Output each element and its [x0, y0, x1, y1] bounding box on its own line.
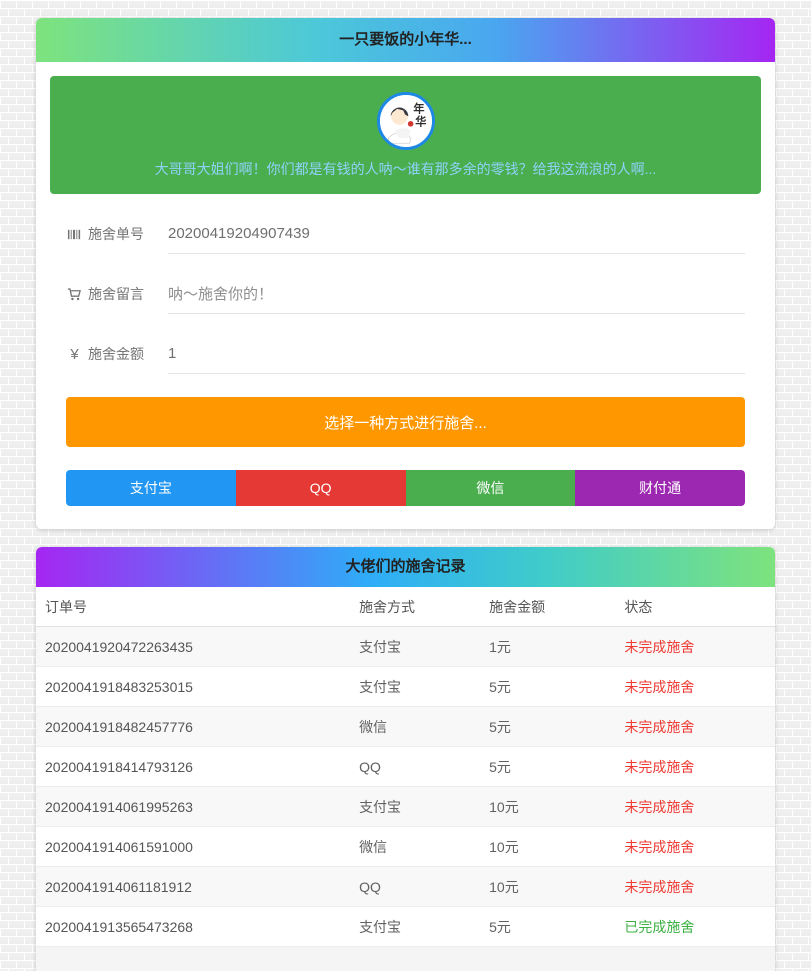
pay-button-alipay[interactable]: 支付宝: [66, 470, 236, 506]
table-row: 2020041913565473268 支付宝 5元 已完成施舍: [36, 907, 775, 947]
order-no-input[interactable]: [168, 214, 745, 254]
records-card-title: 大佬们的施舍记录: [36, 547, 775, 587]
method-cell: 支付宝: [350, 797, 480, 817]
method-cell: 微信: [350, 837, 480, 857]
col-header-status: 状态: [615, 597, 775, 617]
avatar-illustration: 年 华: [380, 95, 432, 147]
method-cell: QQ: [350, 879, 480, 895]
method-cell: 支付宝: [350, 917, 480, 937]
order-cell: 2020041920472263435: [36, 639, 350, 655]
avatar: 年 华: [377, 92, 435, 150]
order-no-label-text: 施舍单号: [88, 224, 144, 244]
table-row: 2020041918414793126 QQ 5元 未完成施舍: [36, 747, 775, 787]
amount-cell: 5元: [480, 757, 615, 777]
amount-input[interactable]: [168, 334, 745, 374]
status-text: 未完成施舍: [615, 677, 775, 697]
order-cell: 2020041918414793126: [36, 759, 350, 775]
amount-row: ¥ 施舍金额: [66, 334, 745, 374]
amount-cell: 10元: [480, 837, 615, 857]
status-text: 已完成施舍: [615, 917, 775, 937]
svg-text:华: 华: [415, 115, 426, 129]
notice-panel: 年 华 大哥哥大姐们啊！你们都是有钱的人呐～谁有那多余的零钱？给我这流浪的人啊.…: [50, 76, 761, 194]
method-cell: 支付宝: [350, 637, 480, 657]
amount-cell: 5元: [480, 917, 615, 937]
method-cell: QQ: [350, 759, 480, 775]
table-row: 2020041914061591000 微信 10元 未完成施舍: [36, 827, 775, 867]
table-row: 2020041918483253015 支付宝 5元 未完成施舍: [36, 667, 775, 707]
message-label: 施舍留言: [66, 284, 168, 304]
amount-cell: 10元: [480, 797, 615, 817]
svg-text:年: 年: [413, 102, 424, 116]
pay-button-wechat[interactable]: 微信: [406, 470, 576, 506]
page-container: 一只要饭的小年华... 年 华 大哥哥大姐们啊！你们都是有钱的人呐～谁有那: [36, 0, 775, 971]
order-cell: 2020041918483253015: [36, 679, 350, 695]
records-table-header: 订单号 施舍方式 施舍金额 状态: [36, 587, 775, 627]
notice-message: 大哥哥大姐们啊！你们都是有钱的人呐～谁有那多余的零钱？给我这流浪的人啊...: [70, 159, 741, 179]
amount-cell: 5元: [480, 677, 615, 697]
order-cell: 2020041914061995263: [36, 799, 350, 815]
col-header-order: 订单号: [36, 597, 350, 617]
status-text: 未完成施舍: [615, 717, 775, 737]
records-card: 大佬们的施舍记录 订单号 施舍方式 施舍金额 状态 20200419204722…: [36, 547, 775, 971]
order-cell: 2020041913565473268: [36, 919, 350, 935]
amount-cell: 5元: [480, 717, 615, 737]
order-no-label: 施舍单号: [66, 224, 168, 244]
table-row: 2020041920472263435 支付宝 1元 未完成施舍: [36, 627, 775, 667]
message-input[interactable]: [168, 274, 745, 314]
records-table: 订单号 施舍方式 施舍金额 状态 2020041920472263435 支付宝…: [36, 587, 775, 971]
pay-button-qq[interactable]: QQ: [236, 470, 406, 506]
amount-label-text: 施舍金额: [88, 344, 144, 364]
col-header-method: 施舍方式: [350, 597, 480, 617]
message-row: 施舍留言: [66, 274, 745, 314]
records-partial-row: [36, 947, 775, 971]
method-cell: 微信: [350, 717, 480, 737]
donate-card-body: 年 华 大哥哥大姐们啊！你们都是有钱的人呐～谁有那多余的零钱？给我这流浪的人啊.…: [36, 62, 775, 529]
cart-icon: [66, 286, 83, 303]
status-text: 未完成施舍: [615, 837, 775, 857]
order-cell: 2020041914061591000: [36, 839, 350, 855]
amount-cell: 10元: [480, 877, 615, 897]
table-row: 2020041918482457776 微信 5元 未完成施舍: [36, 707, 775, 747]
choose-method-button[interactable]: 选择一种方式进行施舍...: [66, 397, 745, 447]
yuan-icon: ¥: [66, 346, 83, 363]
col-header-amount: 施舍金额: [480, 597, 615, 617]
status-text: 未完成施舍: [615, 877, 775, 897]
message-label-text: 施舍留言: [88, 284, 144, 304]
donate-card-title: 一只要饭的小年华...: [36, 18, 775, 62]
order-no-row: 施舍单号: [66, 214, 745, 254]
pay-button-tenpay[interactable]: 财付通: [575, 470, 745, 506]
pay-method-group: 支付宝 QQ 微信 财付通: [66, 470, 745, 506]
status-text: 未完成施舍: [615, 797, 775, 817]
status-text: 未完成施舍: [615, 757, 775, 777]
order-cell: 2020041918482457776: [36, 719, 350, 735]
amount-label: ¥ 施舍金额: [66, 344, 168, 364]
order-cell: 2020041914061181912: [36, 879, 350, 895]
amount-cell: 1元: [480, 637, 615, 657]
status-text: 未完成施舍: [615, 637, 775, 657]
records-table-body: 2020041920472263435 支付宝 1元 未完成施舍 2020041…: [36, 627, 775, 947]
barcode-icon: [66, 226, 83, 243]
method-cell: 支付宝: [350, 677, 480, 697]
table-row: 2020041914061995263 支付宝 10元 未完成施舍: [36, 787, 775, 827]
donate-form: 施舍单号 施舍留言: [50, 214, 761, 506]
table-row: 2020041914061181912 QQ 10元 未完成施舍: [36, 867, 775, 907]
donate-card: 一只要饭的小年华... 年 华 大哥哥大姐们啊！你们都是有钱的人呐～谁有那: [36, 18, 775, 529]
